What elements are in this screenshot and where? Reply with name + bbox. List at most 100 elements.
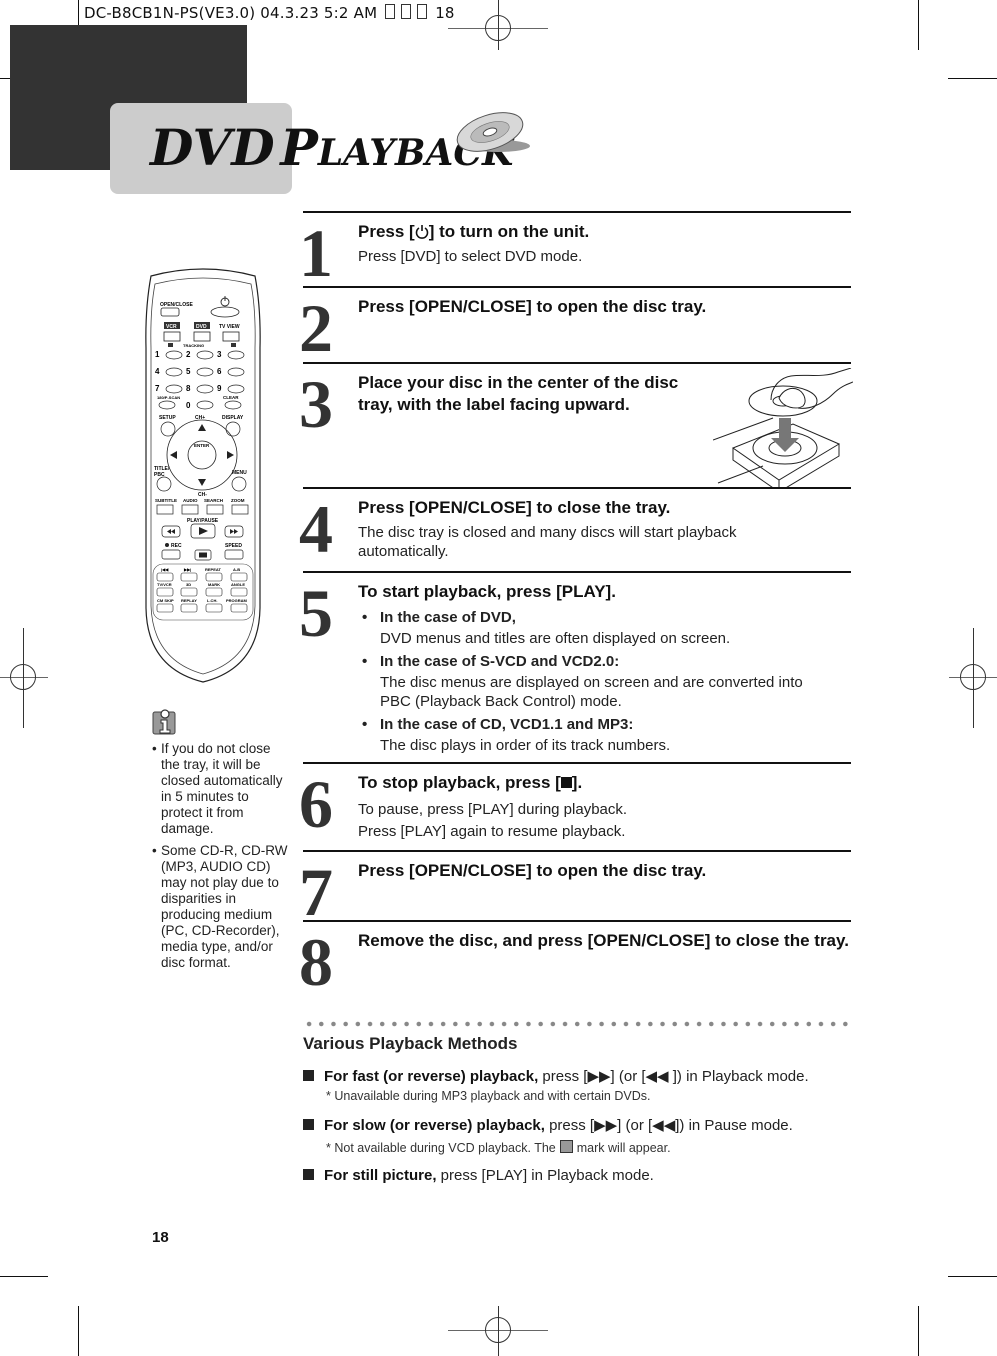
crop-mark [918, 1306, 919, 1356]
svg-text:8: 8 [186, 384, 191, 393]
step-number: 1 [299, 215, 333, 291]
step-heading: Place your disc in the center of the dis… [358, 373, 679, 414]
step-6: 6 To stop playback, press []. To pause, … [299, 762, 851, 852]
svg-text:SUBTITLE: SUBTITLE [155, 498, 177, 503]
crop-mark [918, 0, 919, 50]
svg-text:SPEED: SPEED [225, 543, 242, 549]
prohibited-mark-icon [559, 1140, 573, 1153]
disc-type-detail: DVD menus and titles are often displayed… [380, 630, 731, 647]
step-heading: Press [OPEN/CLOSE] to open the disc tray… [358, 297, 707, 316]
svg-text:DISPLAY: DISPLAY [222, 415, 244, 421]
svg-text:ZOOM: ZOOM [231, 498, 245, 503]
method-fast-playback: For fast (or reverse) playback, press [▶… [303, 1067, 809, 1085]
step-detail: Press [PLAY] again to resume playback. [358, 823, 626, 840]
svg-text:0: 0 [186, 401, 191, 410]
svg-text:MARK: MARK [208, 582, 220, 587]
step-8: 8 Remove the disc, and press [OPEN/CLOSE… [299, 920, 851, 1002]
svg-text:DVD: DVD [196, 324, 207, 330]
svg-text:L.CH.: L.CH. [207, 598, 217, 603]
section-title: Various Playback Methods [303, 1034, 518, 1053]
step-2: 2 Press [OPEN/CLOSE] to open the disc tr… [299, 286, 851, 364]
svg-text:TV/VCR: TV/VCR [157, 582, 172, 587]
svg-text:CM SKIP: CM SKIP [157, 598, 174, 603]
svg-text:3D: 3D [186, 582, 191, 587]
step-heading: Press [OPEN/CLOSE] to close the tray. [358, 498, 671, 517]
svg-text:7: 7 [155, 384, 160, 393]
disc-type-title: In the case of S-VCD and VCD2.0: [358, 651, 848, 673]
step-heading: Press [] to turn on the unit. [358, 222, 590, 241]
dotted-divider [303, 1021, 851, 1027]
svg-text:2: 2 [186, 350, 191, 359]
step-detail: To pause, press [PLAY] during playback. [358, 801, 628, 818]
crop-mark [78, 1306, 79, 1356]
svg-text:PROGRAM: PROGRAM [226, 598, 248, 603]
svg-text:VCR: VCR [166, 324, 177, 330]
svg-text:3: 3 [217, 350, 222, 359]
stop-icon [560, 777, 572, 788]
svg-text:4: 4 [155, 367, 160, 376]
step-detail: automatically. [358, 543, 449, 560]
step-number: 5 [299, 575, 333, 651]
info-note-icon [152, 709, 176, 735]
svg-text:1: 1 [155, 350, 160, 359]
method-note: * Not available during VCD playback. The… [326, 1140, 671, 1155]
step-heading: Press [OPEN/CLOSE] to open the disc tray… [358, 861, 707, 880]
svg-text:AUDIO: AUDIO [183, 498, 198, 503]
svg-text:REPEAT: REPEAT [205, 567, 221, 572]
svg-text:6: 6 [217, 367, 222, 376]
svg-text:▶▶|: ▶▶| [183, 567, 191, 572]
disc-type-title: In the case of DVD, [358, 607, 848, 629]
slug-text: DC-B8CB1N-PS(VE3.0) 04.3.23 5:2 AM [84, 4, 378, 22]
svg-text:|◀◀: |◀◀ [161, 567, 169, 572]
svg-text:9: 9 [217, 384, 222, 393]
svg-text:TV VIEW: TV VIEW [219, 324, 240, 330]
disc-type-title: In the case of CD, VCD1.1 and MP3: [358, 714, 848, 736]
crop-mark [948, 1276, 997, 1277]
step-heading: To stop playback, press []. [358, 773, 583, 792]
svg-text:A-B: A-B [233, 567, 240, 572]
method-still-picture: For still picture, press [PLAY] in Playb… [303, 1167, 654, 1184]
note-item: Some CD-R, CD-RW (MP3, AUDIO CD) may not… [152, 843, 292, 971]
crop-mark [0, 1276, 48, 1277]
svg-text:180/P-SCAN: 180/P-SCAN [157, 395, 180, 400]
step-number: 3 [299, 366, 333, 442]
crop-mark [948, 78, 997, 79]
square-bullet-icon [303, 1070, 314, 1081]
step-3: 3 Place your disc in the center of the d… [299, 362, 853, 488]
step-number: 8 [299, 924, 333, 1000]
step-number: 7 [299, 854, 333, 930]
disc-icon [456, 112, 530, 152]
svg-text:REPLAY: REPLAY [181, 598, 197, 603]
svg-text:MENU: MENU [232, 470, 247, 476]
svg-text:CLEAR: CLEAR [223, 395, 239, 400]
disc-type-detail: The disc plays in order of its track num… [380, 737, 671, 754]
step-number: 6 [299, 766, 333, 842]
step-detail: Press [DVD] to select DVD mode. [358, 248, 583, 265]
step-heading: Remove the disc, and press [OPEN/CLOSE] … [358, 931, 849, 950]
step-heading: To start playback, press [PLAY]. [358, 582, 616, 601]
svg-text:SETUP: SETUP [159, 415, 176, 421]
svg-text:REC: REC [171, 543, 182, 549]
disc-tray-illustration [713, 368, 853, 488]
method-slow-playback: For slow (or reverse) playback, press [▶… [303, 1116, 793, 1134]
square-bullet-icon [303, 1119, 314, 1130]
side-notes: If you do not close the tray, it will be… [152, 741, 292, 977]
slug-page-ref: 18 [435, 4, 455, 22]
power-icon [415, 225, 428, 239]
step-5: 5 To start playback, press [PLAY]. In th… [299, 571, 851, 763]
step-4: 4 Press [OPEN/CLOSE] to close the tray. … [299, 487, 851, 573]
square-bullet-icon [303, 1169, 314, 1180]
note-item: If you do not close the tray, it will be… [152, 741, 292, 837]
step-detail: The disc tray is closed and many discs w… [358, 524, 737, 541]
svg-text:5: 5 [186, 367, 191, 376]
svg-text:PLAY/PAUSE: PLAY/PAUSE [187, 518, 219, 524]
svg-text:TRACKING: TRACKING [183, 343, 204, 348]
page-number: 18 [152, 1229, 169, 1246]
disc-type-list: In the case of DVD, DVD menus and titles… [358, 607, 848, 758]
print-slug: DC-B8CB1N-PS(VE3.0) 04.3.23 5:2 AM 18 [84, 4, 455, 22]
step-number: 4 [299, 491, 333, 567]
svg-text:SEARCH: SEARCH [204, 498, 223, 503]
svg-text:OPEN/CLOSE: OPEN/CLOSE [160, 302, 193, 308]
step-number: 2 [299, 290, 333, 366]
svg-text:ENTER: ENTER [194, 443, 210, 448]
